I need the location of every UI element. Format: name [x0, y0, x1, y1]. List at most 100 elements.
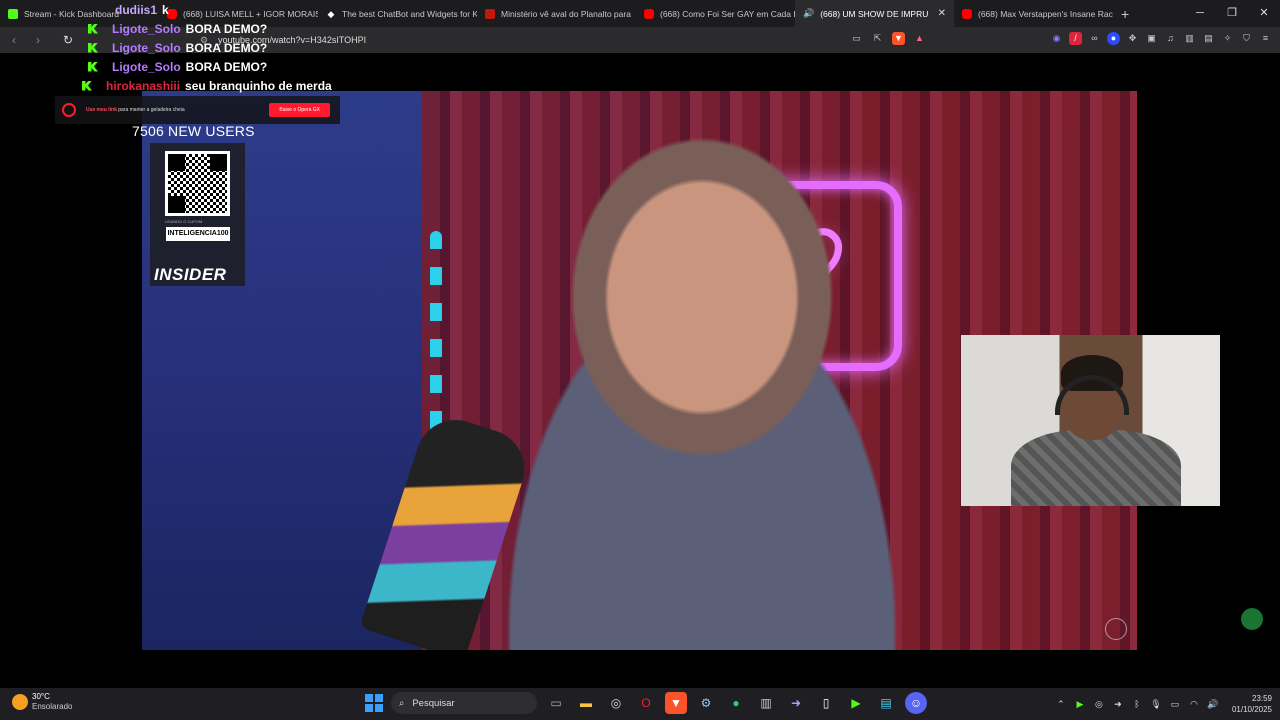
vpn-icon[interactable]: ⛉ [1240, 32, 1253, 45]
discord-icon[interactable]: ☺ [905, 692, 927, 714]
tab-youtube-gay[interactable]: (668) Como Foi Ser GAY em Cada É [636, 0, 795, 27]
stream-chat-overlay: dudiis1 k Ligote_Solo BORA DEMO? Ligote_… [80, 0, 440, 95]
brave-rewards-icon[interactable]: ▲ [913, 32, 926, 45]
notepad-icon[interactable]: ▯ [815, 692, 837, 714]
kick-tray-icon[interactable]: ▶ [1074, 699, 1086, 710]
close-window-icon[interactable]: ✕ [1248, 0, 1280, 27]
tab-label: (668) UM SHOW DE IMPRU [820, 8, 929, 19]
taskbar-search[interactable]: ⌕ Pesquisar [391, 692, 537, 714]
chrome-icon[interactable]: ◎ [605, 692, 627, 714]
coupon-label: USANDO O CUPOM [165, 219, 203, 224]
tab-label: Ministério vê aval do Planalto para [501, 8, 631, 19]
tab-youtube-verstappen[interactable]: (668) Max Verstappen's Insane Raci [954, 0, 1113, 27]
network-icon[interactable]: ▭ [1169, 699, 1181, 710]
insider-qr-card: USANDO O CUPOM INTELIGENCIA100 INSIDER [150, 143, 245, 286]
promo-highlight: Use meu link [86, 107, 117, 113]
kick-badge-icon [88, 61, 98, 72]
chat-message: Ligote_Solo BORA DEMO? [80, 19, 440, 38]
system-clock[interactable]: 23:59 01/10/2025 [1232, 693, 1272, 715]
tab-g1-ministerio[interactable]: Ministério vê aval do Planalto para [477, 0, 636, 27]
extension-toolbar: ◉ / ∞ ● ✥ ▣ ♫ ▥ ▤ ✧ ⛉ ≡ [1050, 32, 1272, 45]
chat-username: Ligote_Solo [112, 40, 181, 55]
kick-badge-icon [88, 23, 98, 34]
bluetooth-icon[interactable]: ᛒ [1131, 699, 1143, 709]
extension-icon[interactable]: / [1069, 32, 1082, 45]
chat-text: k [162, 2, 169, 17]
opera-gx-promo-banner: Use meu link para manter a geladeira che… [55, 96, 340, 124]
sidebar-icon[interactable]: ▥ [1183, 32, 1196, 45]
chat-message: hirokanashiii seu branquinho de merda [80, 76, 440, 95]
insider-logo: INSIDER [154, 265, 227, 284]
wifi-icon[interactable]: ◠ [1188, 699, 1200, 710]
extension-icon[interactable]: ◉ [1050, 32, 1063, 45]
restore-icon[interactable]: ❐ [1216, 0, 1248, 27]
chevron-up-icon[interactable]: ⌃ [1055, 699, 1067, 710]
webcam-shirt [1011, 430, 1181, 506]
opera-gx-taskbar-icon[interactable]: O [635, 692, 657, 714]
task-view-icon[interactable]: ▭ [545, 692, 567, 714]
kick-taskbar-icon[interactable]: ▶ [845, 692, 867, 714]
chat-username: Ligote_Solo [112, 21, 181, 36]
opera-gx-icon [62, 103, 76, 117]
chat-text: BORA DEMO? [185, 21, 268, 36]
leo-ai-icon[interactable]: ✧ [1221, 32, 1234, 45]
windows-start-icon[interactable] [365, 694, 383, 712]
back-icon[interactable]: ‹ [4, 33, 24, 47]
new-tab-button[interactable]: + [1113, 6, 1137, 22]
app-icon[interactable]: ▥ [755, 692, 777, 714]
taskbar-apps: ⌕ Pesquisar ▭ ▬ ◎ O ▼ ⚙ ● ▥ ➜ ▯ ▶ ▤ ☺ [365, 692, 927, 714]
qr-code [165, 151, 230, 216]
windows-taskbar: 30°C Ensolarado ⌕ Pesquisar ▭ ▬ ◎ O ▼ ⚙ … [0, 688, 1280, 720]
extension-icon[interactable]: ∞ [1088, 32, 1101, 45]
brave-shield-icon[interactable]: ▼ [892, 32, 905, 45]
forward-icon[interactable]: › [28, 33, 48, 47]
notes-icon[interactable]: ▤ [875, 692, 897, 714]
music-icon[interactable]: ♫ [1164, 32, 1177, 45]
chat-text: BORA DEMO? [185, 59, 268, 74]
brave-browser-icon[interactable]: ▼ [665, 692, 687, 714]
microphone-icon[interactable]: 🎙 [1150, 699, 1162, 710]
tab-label: (668) Como Foi Ser GAY em Cada É [660, 8, 795, 19]
app-icon[interactable]: ➜ [785, 692, 807, 714]
clock-time: 23:59 [1251, 694, 1272, 703]
coupon-code: INTELIGENCIA100 [166, 227, 230, 241]
speaker-icon: 🔊 [803, 8, 815, 18]
chat-username: Ligote_Solo [112, 59, 181, 74]
wallet-icon[interactable]: ▤ [1202, 32, 1215, 45]
overlay-mascot-icon [1241, 608, 1263, 630]
kick-badge-icon [82, 80, 92, 91]
file-explorer-icon[interactable]: ▬ [575, 692, 597, 714]
chat-username: hirokanashiii [106, 78, 181, 93]
spotify-icon[interactable]: ● [725, 692, 747, 714]
cast-icon[interactable]: ▭ [850, 32, 863, 45]
tray-app-icon[interactable]: ➜ [1112, 699, 1124, 710]
channel-watermark-icon [1105, 618, 1127, 640]
chat-message: Ligote_Solo BORA DEMO? [80, 38, 440, 57]
reload-icon[interactable]: ↻ [58, 33, 78, 47]
url-bar-actions: ▭ ⇱ ▼ ▲ [850, 32, 926, 45]
g1-icon [485, 8, 495, 19]
youtube-icon [644, 8, 654, 19]
share-icon[interactable]: ⇱ [871, 32, 884, 45]
puzzle-icon[interactable]: ✥ [1126, 32, 1139, 45]
search-placeholder: Pesquisar [412, 697, 455, 709]
weather-widget[interactable]: 30°C Ensolarado [12, 692, 72, 712]
clock-date: 01/10/2025 [1231, 705, 1272, 714]
extension-icon[interactable]: ● [1107, 32, 1120, 45]
window-controls: ─ ❐ ✕ [1184, 0, 1280, 27]
screenshot-icon[interactable]: ▣ [1145, 32, 1158, 45]
volume-icon[interactable]: 🔊 [1207, 699, 1219, 710]
streamer-webcam [961, 335, 1220, 506]
close-tab-icon[interactable]: ✕ [938, 8, 946, 19]
minimize-icon[interactable]: ─ [1184, 0, 1216, 27]
search-icon: ⌕ [399, 697, 405, 709]
steam-icon[interactable]: ⚙ [695, 692, 717, 714]
chat-message: dudiis1 k [80, 0, 440, 19]
menu-icon[interactable]: ≡ [1259, 32, 1272, 45]
tab-youtube-show-active[interactable]: 🔊 (668) UM SHOW DE IMPRU ✕ [795, 0, 954, 27]
chat-username: dudiis1 [115, 2, 158, 17]
chat-text: seu branquinho de merda [185, 78, 332, 93]
promo-body: para manter a geladeira cheia [118, 107, 185, 113]
promo-download-button: Baixe o Opera GX [269, 103, 330, 117]
tray-app-icon[interactable]: ◎ [1093, 699, 1105, 710]
